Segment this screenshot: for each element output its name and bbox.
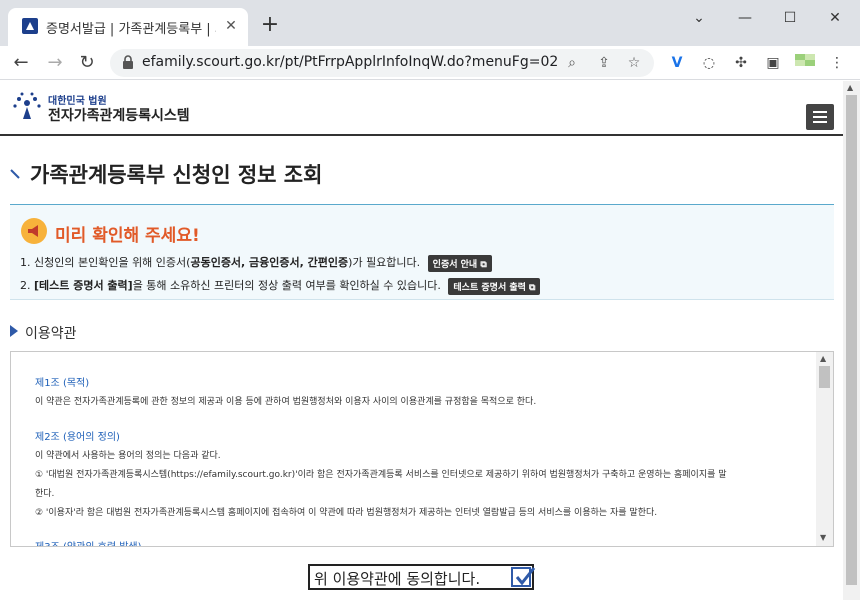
zoom-icon[interactable]: ⌕ xyxy=(562,53,582,73)
article-2-item-1: ① '대법원 전자가족관계등록시스템(https://efamily.scour… xyxy=(35,470,727,480)
terms-box[interactable]: 제1조 (목적) 이 약관은 전자가족관계등록에 관한 정보의 제공과 이용 등… xyxy=(10,351,834,547)
terms-scroll-thumb[interactable] xyxy=(819,366,830,388)
notice-line-2: 2. [테스트 증명서 출력]을 통해 소유하신 프린터의 정상 출력 여부를 … xyxy=(20,277,541,295)
share-icon[interactable]: ⇪ xyxy=(594,53,614,73)
page-scroll-thumb[interactable] xyxy=(846,95,857,585)
profile-avatar[interactable] xyxy=(794,52,816,74)
article-2-text: 이 약관에서 사용하는 용어의 정의는 다음과 같다. xyxy=(35,451,221,461)
close-window-button[interactable]: ✕ xyxy=(820,6,850,30)
agree-terms-control[interactable]: 위 이용약관에 동의합니다. xyxy=(308,564,536,590)
back-button[interactable]: ← xyxy=(8,50,34,76)
tab-search-icon[interactable]: ⌄ xyxy=(684,6,714,30)
court-favicon-icon xyxy=(22,18,38,34)
megaphone-icon xyxy=(21,218,47,244)
notice-box: 미리 확인해 주세요! 1. 신청인의 본인확인을 위해 인증서(공동인증서, … xyxy=(10,204,834,300)
minimize-button[interactable]: — xyxy=(730,6,760,30)
forward-button[interactable]: → xyxy=(42,50,68,76)
title-accent-icon xyxy=(10,169,20,179)
page-content: 대한민국 법원 전자가족관계등록시스템 가족관계등록부 신청인 정보 조회 미리… xyxy=(0,81,843,600)
checkmark-icon xyxy=(515,567,536,586)
tab-title: 증명서발급 | 가족관계등록부 | 가 xyxy=(46,22,216,37)
browser-menu-icon[interactable]: ⋮ xyxy=(826,52,848,74)
article-1-text: 이 약관은 전자가족관계등록에 관한 정보의 제공과 이용 등에 관하여 법원행… xyxy=(35,397,537,407)
page-title: 가족관계등록부 신청인 정보 조회 xyxy=(30,163,323,187)
agree-label: 위 이용약관에 동의합니다. xyxy=(314,570,481,588)
test-print-button[interactable]: 테스트 증명서 출력 ⧉ xyxy=(448,277,541,295)
terms-content: 제1조 (목적) 이 약관은 전자가족관계등록에 관한 정보의 제공과 이용 등… xyxy=(11,352,816,546)
site-header: 대한민국 법원 전자가족관계등록시스템 xyxy=(0,81,843,136)
terms-section-title: 이용약관 xyxy=(25,326,77,342)
scroll-down-icon[interactable]: ▼ xyxy=(820,533,826,542)
url-text: efamily.scourt.go.kr/pt/PtFrrpApplrInfoI… xyxy=(142,54,559,70)
page-scroll-up-icon[interactable]: ▲ xyxy=(847,83,853,92)
address-bar[interactable]: efamily.scourt.go.kr/pt/PtFrrpApplrInfoI… xyxy=(110,49,654,77)
article-2-item-1-cont: 한다. xyxy=(35,489,55,499)
agree-checkbox[interactable] xyxy=(511,567,536,587)
section-arrow-icon xyxy=(10,325,18,337)
bookmark-star-icon[interactable]: ☆ xyxy=(624,53,644,73)
scroll-up-icon[interactable]: ▲ xyxy=(820,354,826,363)
reload-button[interactable]: ↻ xyxy=(74,50,100,76)
browser-toolbar: ← → ↻ efamily.scourt.go.kr/pt/PtFrrpAppl… xyxy=(0,46,860,80)
browser-tab[interactable]: 증명서발급 | 가족관계등록부 | 가 ✕ xyxy=(8,8,248,46)
terms-scrollbar[interactable]: ▲ ▼ xyxy=(816,352,833,546)
notice-line-1: 1. 신청인의 본인확인을 위해 인증서(공동인증서, 금융인증서, 간편인증)… xyxy=(20,254,492,272)
side-panel-icon[interactable]: ▣ xyxy=(762,52,784,74)
browser-tab-bar: 증명서발급 | 가족관계등록부 | 가 ✕ + ⌄ — ☐ ✕ xyxy=(0,0,860,46)
article-3-heading: 제3조 (약관의 효력 발생) xyxy=(35,538,142,546)
article-2-item-2: ② '이용자'라 함은 대법원 전자가족관계등록시스템 홈페이지에 접속하여 이… xyxy=(35,508,658,518)
article-1-heading: 제1조 (목적) xyxy=(35,378,90,389)
vpn-extension-icon[interactable]: V xyxy=(666,52,688,74)
logo-title: 전자가족관계등록시스템 xyxy=(48,108,190,124)
hamburger-menu-button[interactable] xyxy=(806,104,834,130)
page-scrollbar[interactable]: ▲ xyxy=(843,81,860,600)
court-logo-icon xyxy=(13,92,41,119)
lock-icon xyxy=(123,55,133,69)
new-tab-button[interactable]: + xyxy=(258,14,282,38)
notice-title: 미리 확인해 주세요! xyxy=(55,226,200,246)
maximize-button[interactable]: ☐ xyxy=(775,6,805,30)
article-2-heading: 제2조 (용어의 정의) xyxy=(35,432,120,443)
extensions-puzzle-icon[interactable]: ✣ xyxy=(730,52,752,74)
certificate-guide-button[interactable]: 인증서 안내 ⧉ xyxy=(427,254,492,272)
mouse-extension-icon[interactable]: ◌ xyxy=(698,52,720,74)
tab-close-icon[interactable]: ✕ xyxy=(222,17,240,35)
